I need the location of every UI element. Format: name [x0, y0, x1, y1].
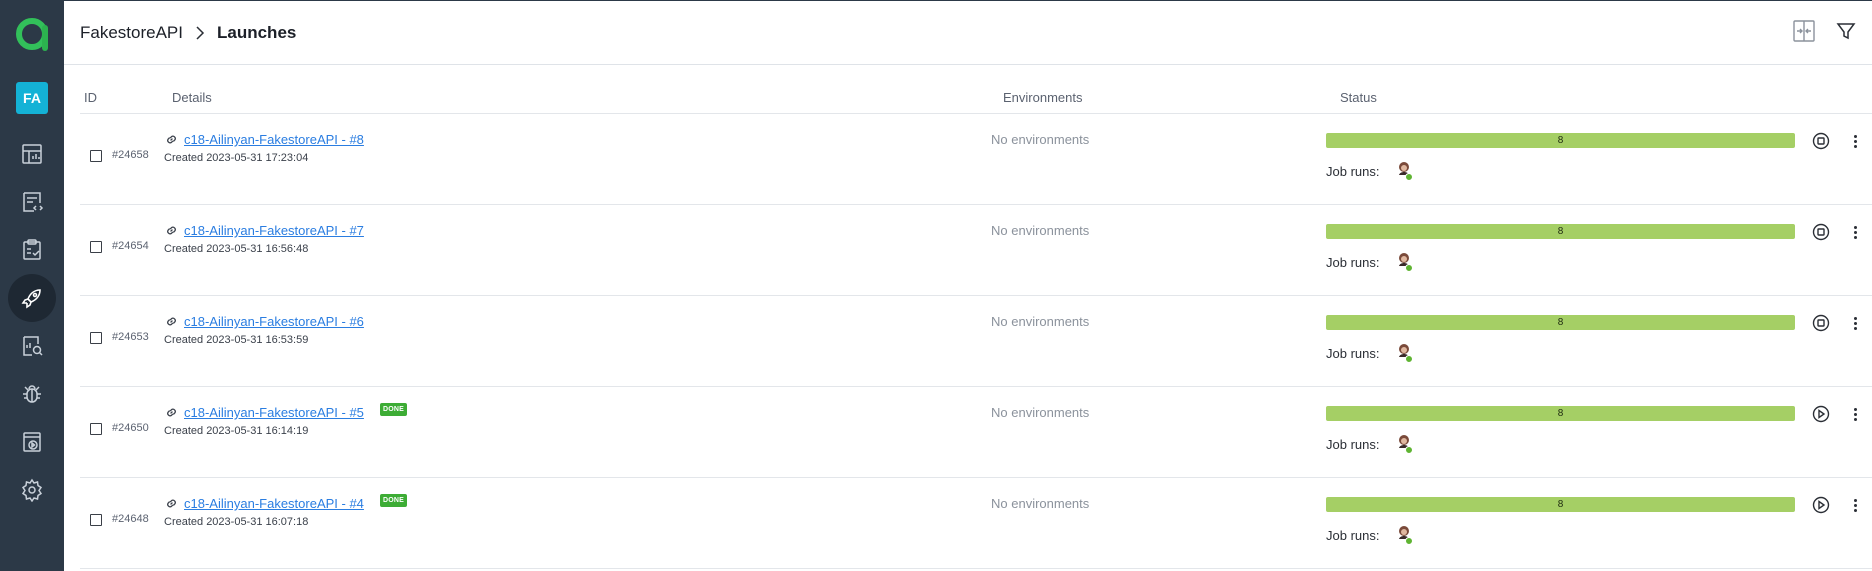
link-icon [167, 317, 176, 326]
nav-test-cases-icon[interactable] [8, 178, 56, 226]
job-run-avatar-icon[interactable] [1396, 160, 1416, 182]
status-progress-bar[interactable]: 8 [1326, 315, 1795, 330]
table-row[interactable]: #24654 c18-Ailinyan-FakestoreAPI - #7 Cr… [80, 205, 1872, 296]
job-run-avatar-icon[interactable] [1396, 342, 1416, 364]
status-count: 8 [1557, 135, 1564, 146]
nav-settings-icon[interactable] [8, 466, 56, 514]
launch-environments: No environments [991, 405, 1090, 420]
launch-created-date: Created 2023-05-31 16:53:59 [164, 334, 309, 346]
breadcrumb: FakestoreAPI Launches [80, 23, 296, 43]
stop-icon[interactable] [1812, 223, 1830, 241]
page-header: FakestoreAPI Launches [64, 0, 1872, 65]
table-header: ID Details Environments Status [80, 72, 1872, 114]
allure-logo-icon[interactable] [12, 14, 52, 54]
nav-launches-icon[interactable] [8, 274, 56, 322]
launch-id: #24658 [112, 149, 149, 161]
row-checkbox[interactable] [90, 332, 102, 344]
more-options-icon[interactable] [1850, 223, 1860, 241]
status-count: 8 [1557, 408, 1564, 419]
job-run-avatar-icon[interactable] [1396, 433, 1416, 455]
more-options-icon[interactable] [1850, 132, 1860, 150]
launch-environments: No environments [991, 132, 1090, 147]
status-progress-bar[interactable]: 8 [1326, 224, 1795, 239]
table-row[interactable]: #24648 c18-Ailinyan-FakestoreAPI - #4 DO… [80, 478, 1872, 569]
job-runs-label: Job runs: [1326, 255, 1380, 270]
launch-created-date: Created 2023-05-31 16:14:19 [164, 425, 309, 437]
launch-id: #24653 [112, 331, 149, 343]
job-runs-label: Job runs: [1326, 528, 1380, 543]
stop-icon[interactable] [1812, 132, 1830, 150]
more-options-icon[interactable] [1850, 405, 1860, 423]
sidebar: FA [0, 0, 64, 571]
column-header-details: Details [172, 90, 212, 105]
status-count: 8 [1557, 499, 1564, 510]
table-row[interactable]: #24650 c18-Ailinyan-FakestoreAPI - #5 DO… [80, 387, 1872, 478]
launch-environments: No environments [991, 496, 1090, 511]
job-run-avatar-icon[interactable] [1396, 524, 1416, 546]
row-checkbox[interactable] [90, 514, 102, 526]
job-run-avatar-icon[interactable] [1396, 251, 1416, 273]
link-icon [167, 226, 176, 235]
stop-icon[interactable] [1812, 314, 1830, 332]
more-options-icon[interactable] [1850, 496, 1860, 514]
launch-environments: No environments [991, 223, 1090, 238]
page-title: Launches [217, 23, 297, 42]
launch-created-date: Created 2023-05-31 17:23:04 [164, 152, 309, 164]
project-avatar[interactable]: FA [16, 82, 48, 114]
nav-defects-icon[interactable] [8, 370, 56, 418]
launch-id: #24650 [112, 422, 149, 434]
link-icon [167, 135, 176, 144]
launch-name-link[interactable]: c18-Ailinyan-FakestoreAPI - #8 [184, 132, 364, 147]
status-badge: DONE [380, 403, 408, 416]
job-runs-label: Job runs: [1326, 164, 1380, 179]
column-header-status: Status [1340, 90, 1377, 105]
status-progress-bar[interactable]: 8 [1326, 133, 1795, 148]
row-checkbox[interactable] [90, 150, 102, 162]
nav-jobs-icon[interactable] [8, 418, 56, 466]
launch-name-link[interactable]: c18-Ailinyan-FakestoreAPI - #5 [184, 405, 364, 420]
status-count: 8 [1557, 226, 1564, 237]
job-runs-label: Job runs: [1326, 346, 1380, 361]
launch-id: #24654 [112, 240, 149, 252]
launch-name-link[interactable]: c18-Ailinyan-FakestoreAPI - #7 [184, 223, 364, 238]
chevron-right-icon [196, 26, 205, 40]
play-icon[interactable] [1812, 405, 1830, 423]
compare-icon[interactable] [1790, 17, 1818, 45]
link-icon [167, 408, 176, 417]
row-checkbox[interactable] [90, 423, 102, 435]
nav-dashboard-icon[interactable] [8, 130, 56, 178]
launch-name-link[interactable]: c18-Ailinyan-FakestoreAPI - #6 [184, 314, 364, 329]
launch-created-date: Created 2023-05-31 16:56:48 [164, 243, 309, 255]
launch-environments: No environments [991, 314, 1090, 329]
table-row[interactable]: #24658 c18-Ailinyan-FakestoreAPI - #8 Cr… [80, 114, 1872, 205]
header-actions [1790, 17, 1872, 45]
status-progress-bar[interactable]: 8 [1326, 497, 1795, 512]
filter-icon[interactable] [1832, 17, 1860, 45]
job-runs-label: Job runs: [1326, 437, 1380, 452]
status-count: 8 [1557, 317, 1564, 328]
launch-name-link[interactable]: c18-Ailinyan-FakestoreAPI - #4 [184, 496, 364, 511]
table-row[interactable]: #24653 c18-Ailinyan-FakestoreAPI - #6 Cr… [80, 296, 1872, 387]
launch-created-date: Created 2023-05-31 16:07:18 [164, 516, 309, 528]
launches-table: ID Details Environments Status #24658 c1… [80, 72, 1872, 569]
nav-test-plans-icon[interactable] [8, 226, 56, 274]
breadcrumb-project[interactable]: FakestoreAPI [80, 23, 183, 43]
column-header-id: ID [84, 90, 97, 105]
more-options-icon[interactable] [1850, 314, 1860, 332]
app-root: FA FakestoreAPI Launches ID Details Envi… [0, 0, 1872, 571]
play-icon[interactable] [1812, 496, 1830, 514]
row-checkbox[interactable] [90, 241, 102, 253]
column-header-environments: Environments [1003, 90, 1083, 105]
nav-analytics-icon[interactable] [8, 322, 56, 370]
status-badge: DONE [380, 494, 408, 507]
link-icon [167, 499, 176, 508]
launch-id: #24648 [112, 513, 149, 525]
status-progress-bar[interactable]: 8 [1326, 406, 1795, 421]
